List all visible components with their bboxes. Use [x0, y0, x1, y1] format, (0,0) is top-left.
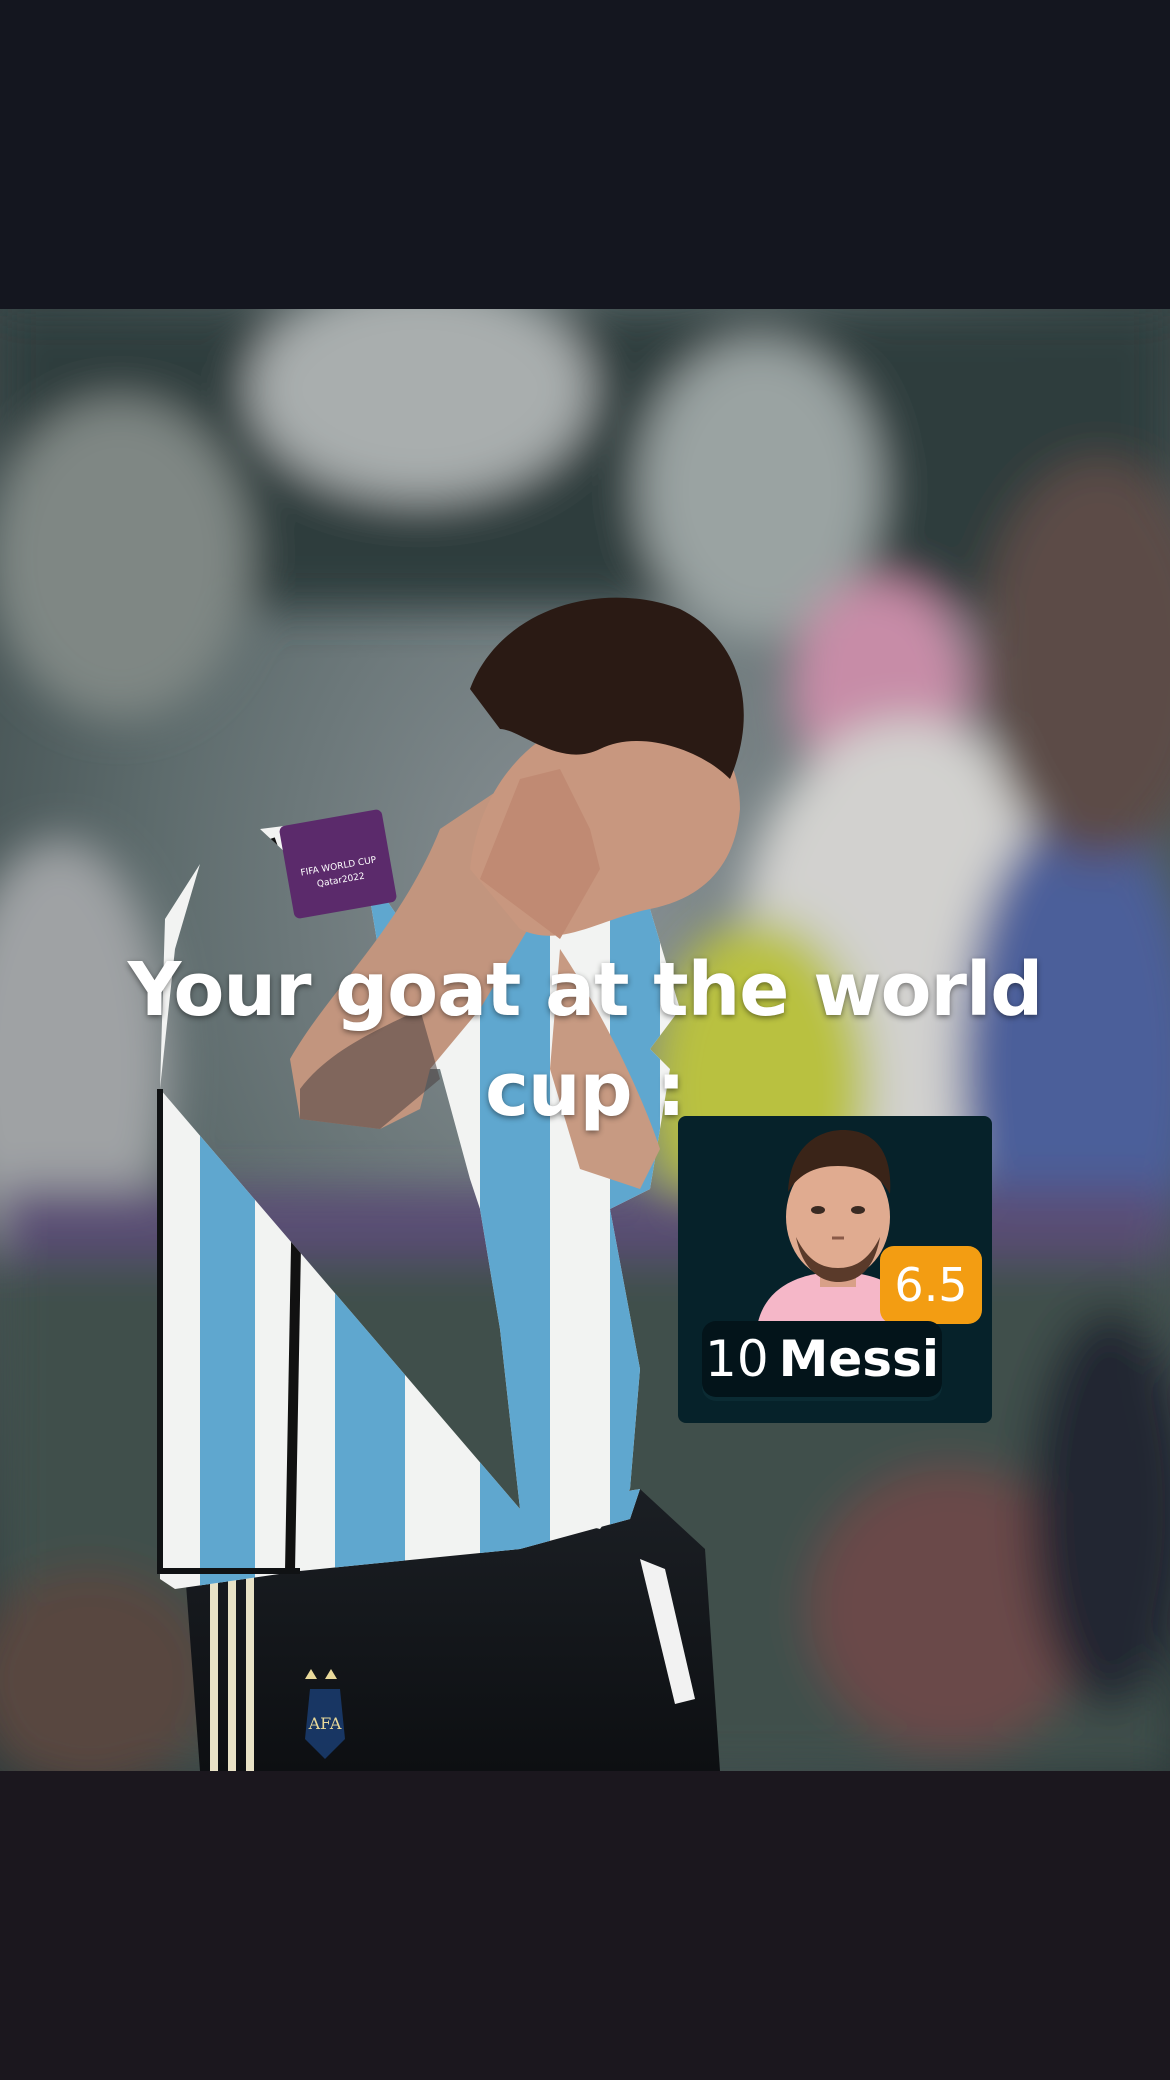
svg-text:AFA: AFA: [308, 1714, 342, 1733]
player-rating-card: 6.5 10 Messi: [678, 1116, 992, 1423]
player-nameplate: 10 Messi: [702, 1321, 942, 1397]
player-name: Messi: [778, 1330, 939, 1388]
rating-badge: 6.5: [880, 1246, 982, 1324]
post-frame: FIFA WORLD CUP Qatar2022 AFA Your goat a…: [0, 0, 1170, 2080]
wc-sleeve-badge: FIFA WORLD CUP Qatar2022: [279, 809, 397, 919]
shirt-number: 10: [705, 1330, 769, 1388]
caption-line-1: Your goat at the world: [127, 947, 1044, 1033]
caption: Your goat at the world cup :: [120, 940, 1050, 1140]
